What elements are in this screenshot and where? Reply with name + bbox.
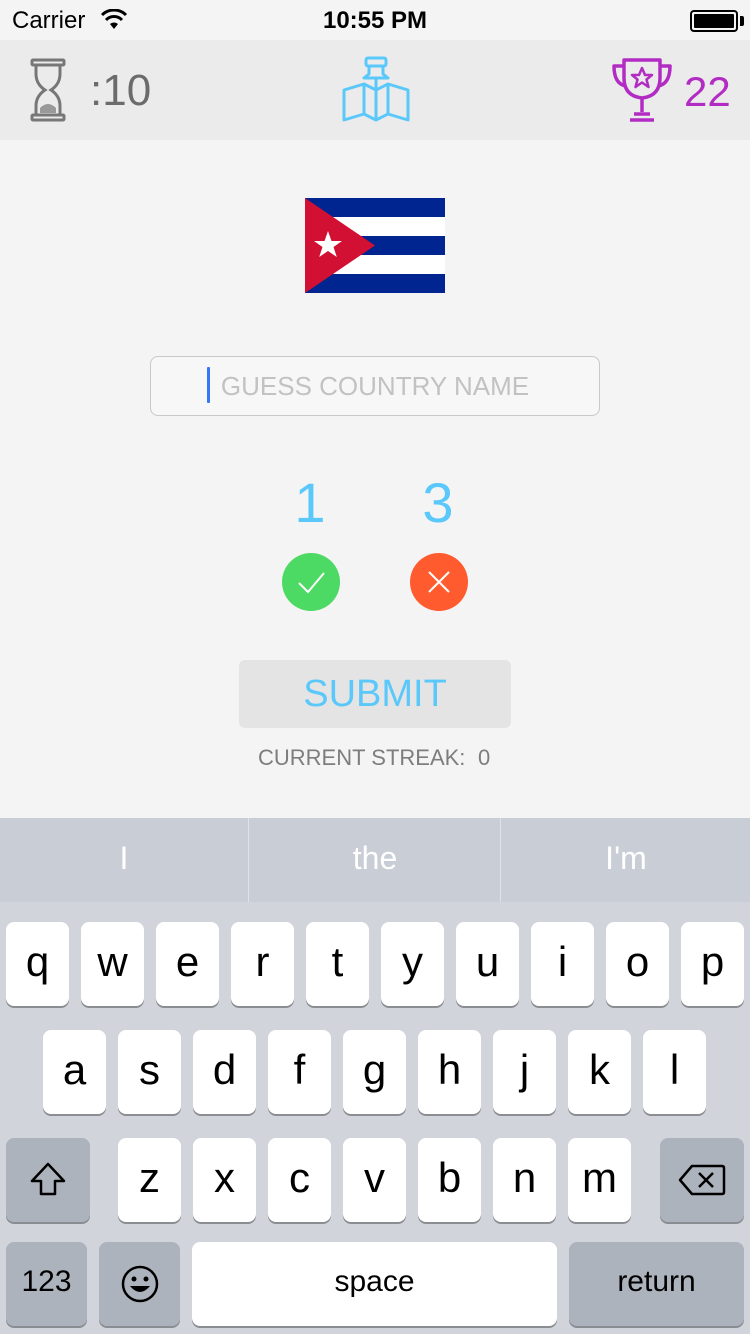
backspace-icon [678, 1164, 726, 1196]
key-h[interactable]: h [418, 1030, 481, 1114]
key-f[interactable]: f [268, 1030, 331, 1114]
cross-icon [428, 571, 450, 593]
emoji-icon [121, 1265, 158, 1303]
battery-tip [740, 16, 744, 26]
battery-icon [690, 10, 738, 32]
key-q[interactable]: q [6, 922, 69, 1006]
wrong-badge [410, 553, 468, 611]
shift-icon [30, 1162, 66, 1196]
suggestion-bar: I the I'm [0, 818, 750, 902]
suggestion-item[interactable]: I [0, 818, 248, 902]
map-pin-icon [342, 56, 410, 122]
suggestion-divider [500, 818, 501, 902]
key-z[interactable]: z [118, 1138, 181, 1222]
guess-country-input[interactable] [150, 356, 600, 416]
key-w[interactable]: w [81, 922, 144, 1006]
space-key[interactable]: space [192, 1242, 557, 1326]
key-t[interactable]: t [306, 922, 369, 1006]
numbers-key[interactable]: 123 [6, 1242, 87, 1326]
submit-button[interactable]: SUBMIT [239, 660, 511, 728]
top-bar: :10 22 [0, 40, 750, 140]
key-l[interactable]: l [643, 1030, 706, 1114]
on-screen-keyboard: I the I'm q w e r t y u i o p a s d f g … [0, 818, 750, 1334]
key-n[interactable]: n [493, 1138, 556, 1222]
shift-key[interactable] [6, 1138, 90, 1222]
current-streak-label: CURRENT STREAK: [258, 745, 466, 770]
status-time: 10:55 PM [322, 7, 428, 34]
key-r[interactable]: r [231, 922, 294, 1006]
key-e[interactable]: e [156, 922, 219, 1006]
suggestion-divider [248, 818, 249, 902]
key-p[interactable]: p [681, 922, 744, 1006]
app-screen: Carrier 10:55 PM :10 22 GUESS COUNTRY NA… [0, 0, 750, 1334]
correct-badge [282, 553, 340, 611]
wrong-count: 3 [422, 471, 454, 534]
key-c[interactable]: c [268, 1138, 331, 1222]
key-k[interactable]: k [568, 1030, 631, 1114]
key-x[interactable]: x [193, 1138, 256, 1222]
hourglass-icon [30, 58, 66, 122]
timer-value: :10 [90, 66, 152, 115]
text-cursor [207, 367, 210, 403]
key-y[interactable]: y [381, 922, 444, 1006]
status-bar: Carrier 10:55 PM [0, 0, 750, 40]
trophy-icon [612, 58, 672, 122]
emoji-key[interactable] [99, 1242, 180, 1326]
key-u[interactable]: u [456, 922, 519, 1006]
return-key[interactable]: return [569, 1242, 744, 1326]
correct-count: 1 [294, 471, 326, 534]
key-g[interactable]: g [343, 1030, 406, 1114]
suggestion-item[interactable]: I'm [502, 818, 750, 902]
key-a[interactable]: a [43, 1030, 106, 1114]
key-i[interactable]: i [531, 922, 594, 1006]
key-d[interactable]: d [193, 1030, 256, 1114]
suggestion-item[interactable]: the [250, 818, 500, 902]
key-m[interactable]: m [568, 1138, 631, 1222]
key-b[interactable]: b [418, 1138, 481, 1222]
country-flag [305, 198, 445, 293]
score-value: 22 [684, 68, 731, 115]
current-streak-value: 0 [478, 745, 491, 770]
key-o[interactable]: o [606, 922, 669, 1006]
key-v[interactable]: v [343, 1138, 406, 1222]
checkmark-icon [298, 572, 325, 594]
delete-key[interactable] [660, 1138, 744, 1222]
key-j[interactable]: j [493, 1030, 556, 1114]
key-s[interactable]: s [118, 1030, 181, 1114]
